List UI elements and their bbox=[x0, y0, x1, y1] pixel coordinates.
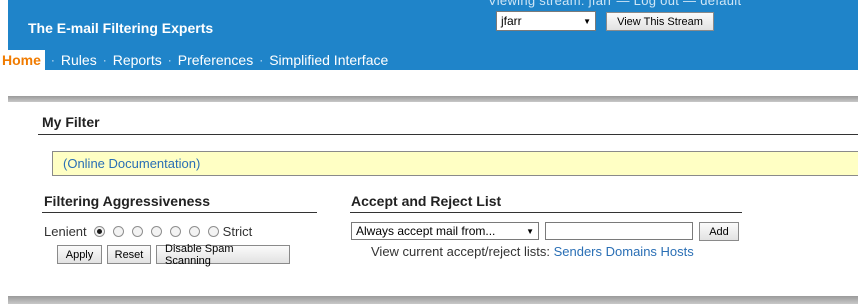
lists-prefix: View current accept/reject lists: bbox=[371, 244, 550, 259]
nav-item-rules[interactable]: Rules bbox=[61, 52, 97, 68]
chevron-down-icon: ▼ bbox=[583, 16, 591, 26]
brand-title: The E-mail Filtering Experts bbox=[28, 20, 214, 36]
aggressiveness-buttons: Apply Reset Disable Spam Scanning bbox=[57, 243, 290, 267]
disable-spam-scanning-button[interactable]: Disable Spam Scanning bbox=[156, 243, 290, 267]
view-stream-button[interactable]: View This Stream bbox=[606, 12, 714, 31]
aggressiveness-radio-2[interactable] bbox=[112, 226, 124, 237]
nav-item-reports[interactable]: Reports bbox=[113, 52, 162, 68]
nav-separator: · bbox=[102, 53, 107, 67]
address-input[interactable] bbox=[545, 222, 693, 240]
reset-button[interactable]: Reset bbox=[107, 245, 151, 264]
nav-separator: · bbox=[259, 53, 264, 67]
accept-reject-underline bbox=[350, 212, 742, 213]
add-button[interactable]: Add bbox=[699, 222, 739, 241]
online-documentation-link[interactable]: (Online Documentation) bbox=[63, 156, 200, 171]
senders-link[interactable]: Senders bbox=[554, 244, 602, 259]
stream-select[interactable]: jfarr ▼ bbox=[496, 11, 596, 31]
lenient-label: Lenient bbox=[44, 224, 87, 239]
nav-item-preferences[interactable]: Preferences bbox=[178, 52, 253, 68]
aggressiveness-radio-7[interactable] bbox=[207, 226, 219, 237]
aggressiveness-radio-4[interactable] bbox=[150, 226, 162, 237]
aggressiveness-underline bbox=[42, 212, 317, 213]
rule-select-value: Always accept mail from... bbox=[356, 224, 496, 238]
documentation-box: (Online Documentation) bbox=[52, 151, 858, 176]
aggressiveness-radio-1[interactable] bbox=[93, 226, 105, 237]
aggressiveness-title: Filtering Aggressiveness bbox=[44, 193, 210, 209]
nav-item-home[interactable]: Home bbox=[0, 50, 45, 70]
accept-reject-rule-select[interactable]: Always accept mail from... ▼ bbox=[351, 222, 539, 240]
domains-link[interactable]: Domains bbox=[606, 244, 657, 259]
aggressiveness-radio-5[interactable] bbox=[169, 226, 181, 237]
divider-top bbox=[8, 96, 858, 102]
apply-button[interactable]: Apply bbox=[57, 245, 102, 264]
aggressiveness-radio-3[interactable] bbox=[131, 226, 143, 237]
aggressiveness-radio-6[interactable] bbox=[188, 226, 200, 237]
nav-separator: · bbox=[50, 53, 55, 67]
aggressiveness-radio-group: Lenient Strict bbox=[44, 224, 252, 239]
hosts-link[interactable]: Hosts bbox=[661, 244, 694, 259]
page-title: My Filter bbox=[42, 114, 100, 130]
stream-status-text: Viewing stream: jfarr — Log out — defaul… bbox=[488, 0, 742, 8]
stream-select-value: jfarr bbox=[501, 14, 522, 28]
nav-item-simplified-interface[interactable]: Simplified Interface bbox=[269, 52, 388, 68]
nav-separator: · bbox=[167, 53, 172, 67]
divider-bottom bbox=[8, 296, 858, 304]
accept-reject-title: Accept and Reject List bbox=[351, 193, 502, 209]
strict-label: Strict bbox=[222, 224, 253, 239]
main-nav: Home · Rules · Reports · Preferences · S… bbox=[0, 50, 388, 70]
current-lists-line: View current accept/reject lists: Sender… bbox=[371, 244, 694, 259]
chevron-down-icon: ▼ bbox=[526, 226, 534, 236]
title-underline bbox=[38, 134, 858, 135]
